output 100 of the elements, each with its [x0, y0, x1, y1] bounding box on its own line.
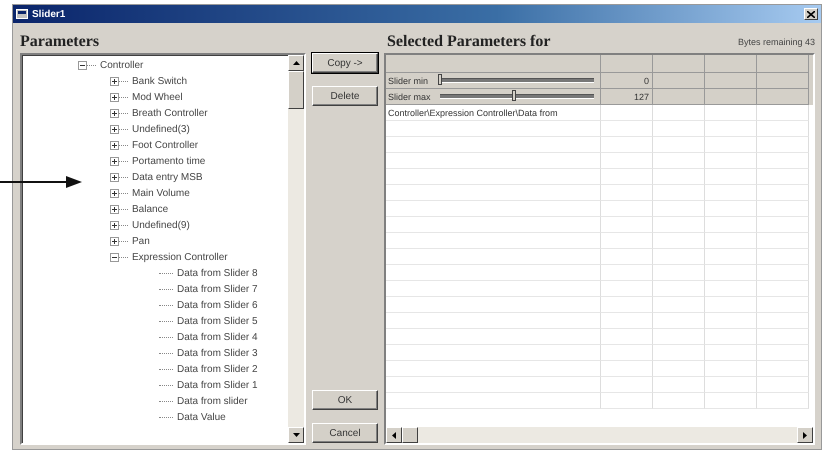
table-cell	[601, 249, 653, 265]
tree-item[interactable]: Portamento time	[132, 156, 206, 166]
expand-icon[interactable]	[110, 236, 119, 246]
scrollbar-thumb[interactable]	[402, 427, 418, 443]
table-cell	[601, 121, 653, 137]
tree-item[interactable]: Bank Switch	[132, 76, 188, 86]
expand-icon[interactable]	[110, 92, 119, 102]
table-cell	[653, 297, 705, 313]
table-cell	[601, 313, 653, 329]
table-cell	[653, 361, 705, 377]
tree-item[interactable]: Data Value	[177, 412, 226, 422]
table-cell	[601, 281, 653, 297]
table-cell	[653, 89, 705, 105]
expand-icon[interactable]	[110, 204, 119, 214]
expand-icon[interactable]	[110, 220, 119, 230]
tree-item[interactable]: Balance	[132, 204, 168, 214]
table-cell	[757, 217, 809, 233]
table-cell	[757, 313, 809, 329]
tree-item[interactable]: Undefined(9)	[132, 220, 190, 230]
table-cell	[757, 393, 809, 409]
tree-item[interactable]: Data from Slider 1	[177, 380, 258, 390]
table-cell	[601, 361, 653, 377]
vertical-scrollbar[interactable]	[288, 55, 304, 443]
table-cell	[705, 105, 757, 121]
tree-item[interactable]: Expression Controller	[132, 252, 228, 262]
table-cell	[705, 377, 757, 393]
tree-item[interactable]: Mod Wheel	[132, 92, 183, 102]
tree-item[interactable]: Data entry MSB	[132, 172, 203, 182]
table-cell	[705, 361, 757, 377]
table-cell	[757, 377, 809, 393]
tree-item[interactable]: Controller	[100, 60, 144, 70]
expand-icon[interactable]	[110, 124, 119, 134]
slider-thumb[interactable]	[512, 90, 516, 101]
table-cell	[653, 281, 705, 297]
table-cell	[601, 217, 653, 233]
expand-icon[interactable]	[110, 108, 119, 118]
slider-label: Slider min	[388, 76, 430, 86]
table-cell	[757, 89, 809, 105]
horizontal-scrollbar[interactable]	[386, 427, 813, 443]
table-cell	[601, 105, 653, 121]
tree-item[interactable]: Data from Slider 4	[177, 332, 258, 342]
expand-icon[interactable]	[110, 188, 119, 198]
close-icon	[807, 10, 815, 18]
table-cell	[601, 377, 653, 393]
expand-icon[interactable]	[110, 156, 119, 166]
table-cell	[757, 201, 809, 217]
dialog-button[interactable]: OK	[312, 390, 378, 410]
table-cell	[601, 201, 653, 217]
table-cell	[705, 345, 757, 361]
expand-icon[interactable]	[110, 172, 119, 182]
window-icon	[16, 9, 28, 19]
table-cell	[757, 345, 809, 361]
table-cell	[757, 121, 809, 137]
tree-item[interactable]: Main Volume	[132, 188, 190, 198]
table-cell	[601, 393, 653, 409]
table-cell	[705, 281, 757, 297]
value-cell: 127	[601, 89, 653, 105]
table-cell	[601, 329, 653, 345]
dialog-button[interactable]: Copy ->	[312, 53, 378, 73]
dialog-button[interactable]: Cancel	[312, 423, 378, 443]
tree-item[interactable]: Pan	[132, 236, 150, 246]
tree-item[interactable]: Data from Slider 3	[177, 348, 258, 358]
table-cell	[601, 169, 653, 185]
table-cell	[705, 137, 757, 153]
table-cell	[705, 89, 757, 105]
table-cell	[705, 313, 757, 329]
tree-item[interactable]: Data from Slider 7	[177, 284, 258, 294]
close-button[interactable]	[804, 8, 818, 20]
window-title: Slider1	[32, 8, 66, 20]
table-cell	[601, 185, 653, 201]
tree-item[interactable]: Data from Slider 6	[177, 300, 258, 310]
table-cell	[705, 233, 757, 249]
slider-thumb[interactable]	[438, 74, 442, 85]
tree-item[interactable]: Data from Slider 8	[177, 268, 258, 278]
table-cell	[705, 169, 757, 185]
table-cell	[757, 137, 809, 153]
tree-item[interactable]: Foot Controller	[132, 140, 198, 150]
tree-item[interactable]: Undefined(3)	[132, 124, 190, 134]
tree-item[interactable]: Data from Slider 5	[177, 316, 258, 326]
table-cell	[705, 153, 757, 169]
table-cell	[653, 217, 705, 233]
expand-icon[interactable]	[110, 140, 119, 150]
table-cell	[705, 217, 757, 233]
table-cell	[757, 153, 809, 169]
scrollbar-thumb[interactable]	[288, 71, 304, 109]
table-cell	[705, 185, 757, 201]
collapse-icon[interactable]	[110, 252, 119, 262]
expand-icon[interactable]	[110, 76, 119, 86]
dialog-button[interactable]: Delete	[312, 86, 378, 106]
table-cell	[653, 377, 705, 393]
table-cell	[757, 265, 809, 281]
table-cell	[653, 137, 705, 153]
tree-item[interactable]: Breath Controller	[132, 108, 208, 118]
tree-item[interactable]: Data from slider	[177, 396, 248, 406]
collapse-icon[interactable]	[78, 60, 87, 70]
tree-item[interactable]: Data from Slider 2	[177, 364, 258, 374]
panel-heading: Parameters	[20, 32, 100, 52]
bytes-remaining-label: Bytes remaining 43	[738, 37, 815, 47]
table-cell	[757, 281, 809, 297]
table-cell	[601, 137, 653, 153]
